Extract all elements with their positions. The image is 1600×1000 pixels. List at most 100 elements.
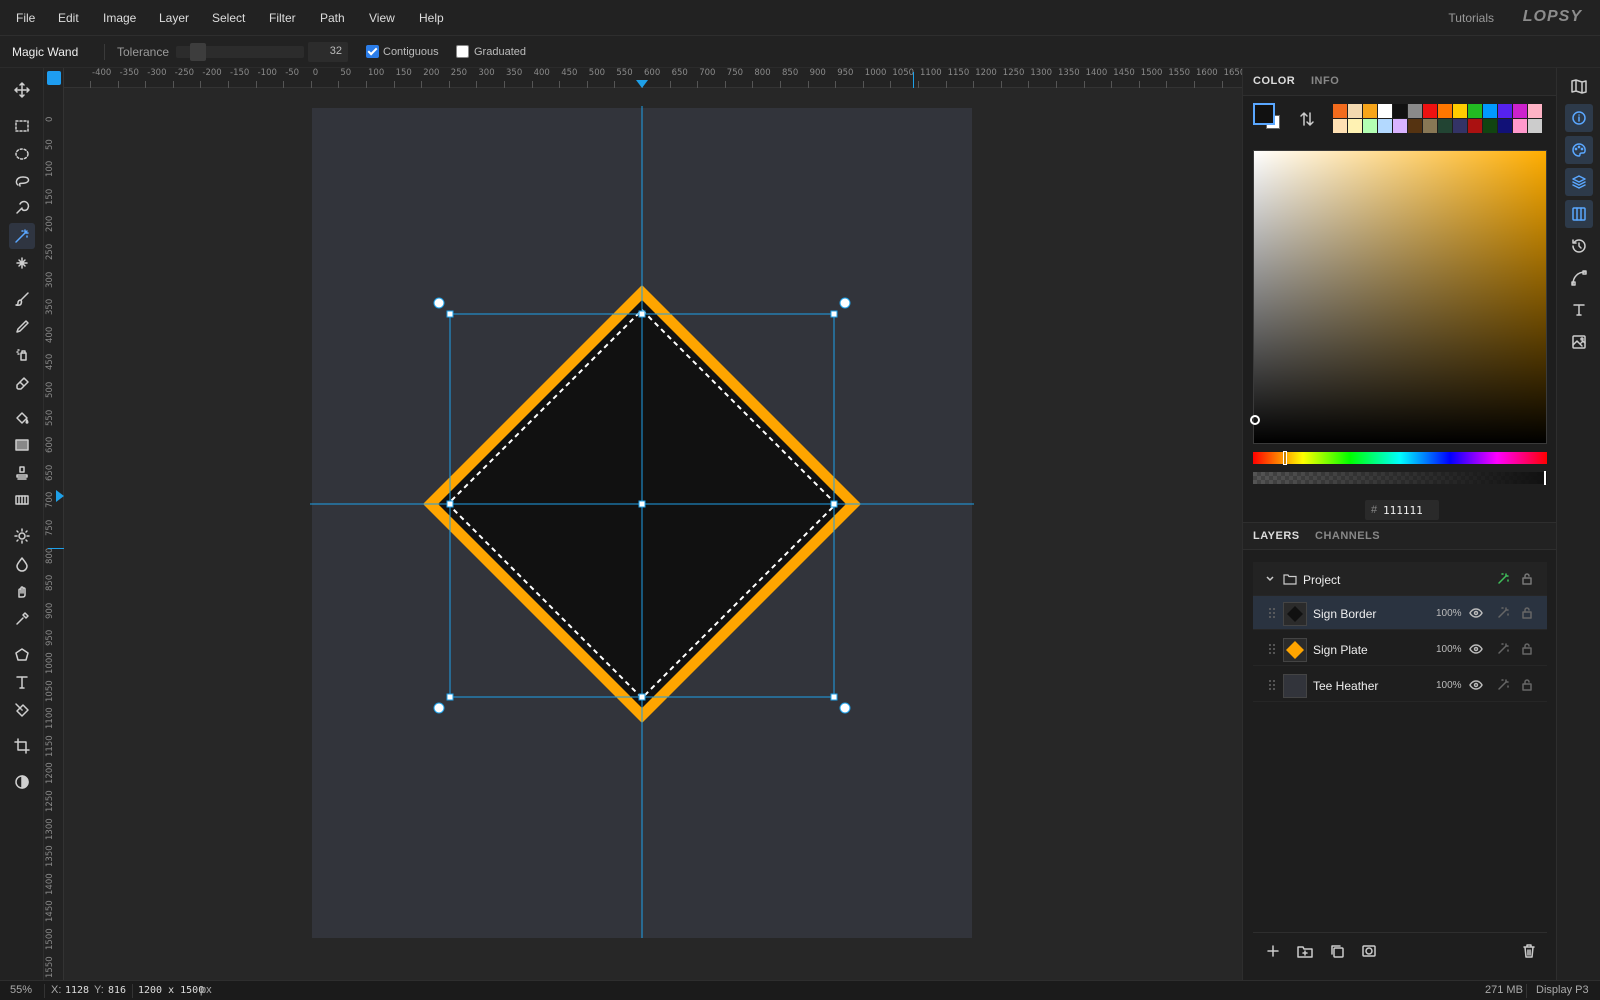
- color-swatch[interactable]: [1438, 104, 1452, 118]
- new-group-icon[interactable]: [1297, 943, 1313, 959]
- h-ruler-guide-marker[interactable]: [636, 80, 648, 88]
- image-icon[interactable]: [1565, 328, 1593, 356]
- move-tool[interactable]: [9, 77, 35, 103]
- ellipse-select-tool[interactable]: [9, 141, 35, 167]
- color-swatch[interactable]: [1528, 119, 1542, 133]
- color-swatch[interactable]: [1453, 104, 1467, 118]
- layer-opacity[interactable]: 100%: [1436, 680, 1462, 691]
- picker-cursor[interactable]: [1250, 415, 1260, 425]
- history-icon[interactable]: [1565, 232, 1593, 260]
- hex-input[interactable]: # 111111: [1365, 500, 1439, 520]
- layer-name[interactable]: Sign Border: [1313, 607, 1376, 621]
- handle-middle-right[interactable]: [830, 500, 838, 508]
- color-swatch[interactable]: [1333, 104, 1347, 118]
- color-swatch[interactable]: [1498, 104, 1512, 118]
- pen-tool[interactable]: [9, 697, 35, 723]
- rotate-handle-top-right[interactable]: [839, 297, 851, 309]
- graduated-checkbox[interactable]: [456, 45, 469, 58]
- layers-icon[interactable]: [1565, 168, 1593, 196]
- menu-view[interactable]: View: [369, 11, 395, 25]
- tab-layers[interactable]: LAYERS: [1253, 530, 1300, 542]
- menu-select[interactable]: Select: [212, 11, 245, 25]
- ruler-origin-button[interactable]: [47, 71, 61, 85]
- add-layer-icon[interactable]: [1265, 943, 1281, 959]
- foreground-color-swatch[interactable]: [1253, 103, 1275, 125]
- text-tool[interactable]: [9, 669, 35, 695]
- tutorials-link[interactable]: Tutorials: [1448, 11, 1494, 25]
- menu-edit[interactable]: Edit: [58, 11, 79, 25]
- hue-slider[interactable]: [1253, 451, 1547, 465]
- lock-icon[interactable]: [1520, 678, 1534, 692]
- shape-tool[interactable]: [9, 642, 35, 668]
- hex-value[interactable]: 111111: [1383, 504, 1423, 517]
- pencil-tool[interactable]: [9, 314, 35, 340]
- quick-select-tool[interactable]: [9, 195, 35, 221]
- color-swatch[interactable]: [1513, 119, 1527, 133]
- layer-group-row[interactable]: Project: [1253, 562, 1547, 596]
- menu-file[interactable]: File: [16, 11, 35, 25]
- spray-tool[interactable]: [9, 341, 35, 367]
- handle-top-left[interactable]: [446, 310, 454, 318]
- color-swatch[interactable]: [1483, 119, 1497, 133]
- color-swatch[interactable]: [1393, 119, 1407, 133]
- eraser-tool[interactable]: [9, 369, 35, 395]
- color-swatch[interactable]: [1348, 104, 1362, 118]
- eyedropper-tool[interactable]: [9, 606, 35, 632]
- color-swatch[interactable]: [1513, 104, 1527, 118]
- rect-select-tool[interactable]: [9, 113, 35, 139]
- delete-layer-icon[interactable]: [1521, 943, 1537, 959]
- tolerance-input[interactable]: 32: [308, 42, 348, 62]
- color-swatch[interactable]: [1378, 119, 1392, 133]
- lock-icon[interactable]: [1520, 642, 1534, 656]
- handle-center[interactable]: [638, 500, 646, 508]
- color-swatch[interactable]: [1468, 119, 1482, 133]
- document-stage[interactable]: [44, 68, 1242, 980]
- eye-icon[interactable]: [1469, 642, 1483, 656]
- eye-icon[interactable]: [1469, 678, 1483, 692]
- contiguous-checkbox[interactable]: [366, 45, 379, 58]
- saturation-brightness-picker[interactable]: [1250, 150, 1547, 444]
- lock-icon[interactable]: [1520, 572, 1534, 586]
- menu-layer[interactable]: Layer: [159, 11, 189, 25]
- eye-icon[interactable]: [1469, 606, 1483, 620]
- color-swatch[interactable]: [1468, 104, 1482, 118]
- color-swatch[interactable]: [1408, 104, 1422, 118]
- handle-bottom-left[interactable]: [446, 693, 454, 701]
- color-swatch[interactable]: [1408, 119, 1422, 133]
- layer-name[interactable]: Sign Plate: [1313, 643, 1368, 657]
- mask-tool[interactable]: [9, 769, 35, 795]
- rotate-handle-top-left[interactable]: [433, 297, 445, 309]
- color-swatch[interactable]: [1363, 104, 1377, 118]
- color-swatch[interactable]: [1393, 104, 1407, 118]
- color-swatch[interactable]: [1333, 119, 1347, 133]
- hue-slider-thumb[interactable]: [1283, 451, 1287, 465]
- layer-group-name[interactable]: Project: [1303, 573, 1340, 587]
- layer-row-sign-border[interactable]: Sign Border 100%: [1253, 596, 1547, 630]
- add-mask-icon[interactable]: [1361, 943, 1377, 959]
- drag-handle-icon[interactable]: [1268, 607, 1276, 619]
- layer-opacity[interactable]: 100%: [1436, 608, 1462, 619]
- menu-path[interactable]: Path: [320, 11, 345, 25]
- lasso-tool[interactable]: [9, 168, 35, 194]
- smudge-tool[interactable]: [9, 578, 35, 604]
- layer-opacity[interactable]: 100%: [1436, 644, 1462, 655]
- chevron-down-icon[interactable]: [1265, 574, 1275, 584]
- map-icon[interactable]: [1565, 72, 1593, 100]
- layer-effects-icon[interactable]: [1496, 678, 1510, 692]
- color-swatch[interactable]: [1348, 119, 1362, 133]
- dodge-tool[interactable]: [9, 523, 35, 549]
- handle-middle-left[interactable]: [446, 500, 454, 508]
- info-icon[interactable]: [1565, 104, 1593, 132]
- color-swatch[interactable]: [1438, 119, 1452, 133]
- v-ruler-guide-marker[interactable]: [56, 490, 64, 502]
- color-swatch[interactable]: [1453, 119, 1467, 133]
- path-icon[interactable]: [1565, 264, 1593, 292]
- tab-channels[interactable]: CHANNELS: [1315, 530, 1380, 542]
- drag-handle-icon[interactable]: [1268, 679, 1276, 691]
- menu-filter[interactable]: Filter: [269, 11, 296, 25]
- fg-bg-swatches[interactable]: [1253, 103, 1285, 135]
- magic-wand-tool[interactable]: [9, 223, 35, 249]
- type-icon[interactable]: [1565, 296, 1593, 324]
- color-swatch[interactable]: [1378, 104, 1392, 118]
- layer-row-sign-plate[interactable]: Sign Plate 100%: [1253, 632, 1547, 666]
